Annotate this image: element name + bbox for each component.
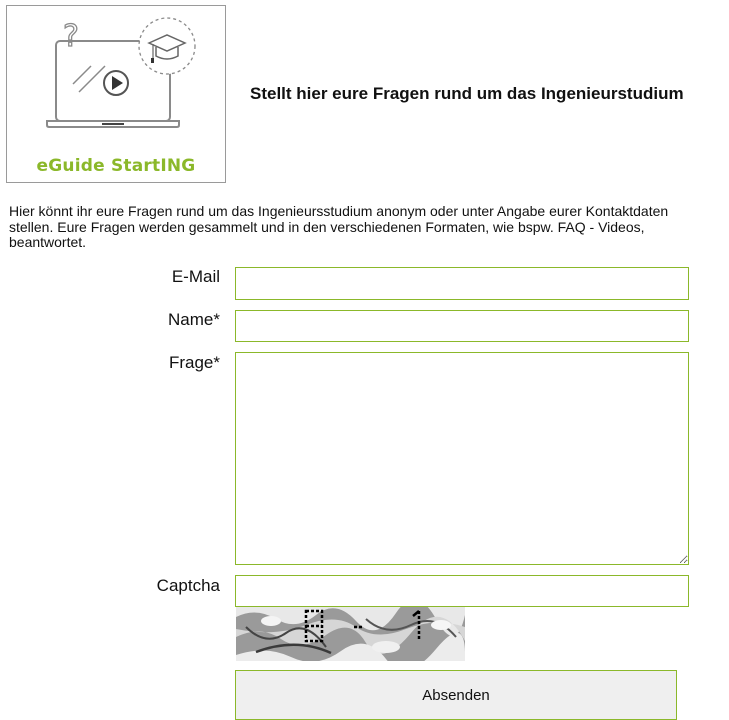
logo-brand-text: eGuide StartING [36,156,196,176]
captcha-field[interactable] [235,575,689,607]
intro-paragraph: Hier könnt ihr eure Fragen rund um das I… [9,203,669,250]
graduation-cap-icon [138,17,196,75]
submit-button[interactable]: Absenden [235,670,677,720]
captcha-label: Captcha [156,576,220,595]
name-field[interactable] [235,310,689,342]
email-field[interactable] [235,267,689,300]
question-textarea[interactable] [235,352,689,565]
question-mark-icon: ? [63,19,79,54]
name-label: Name* [168,310,220,329]
page-title: Stellt hier eure Fragen rund um das Inge… [250,84,684,103]
page: ? eGuide StartING Stellt hier eure Frage… [0,0,729,720]
question-label: Frage* [168,353,220,372]
eguide-logo: ? eGuide StartING [6,5,226,183]
captcha-image [236,607,465,661]
email-label: E-Mail [171,267,220,286]
